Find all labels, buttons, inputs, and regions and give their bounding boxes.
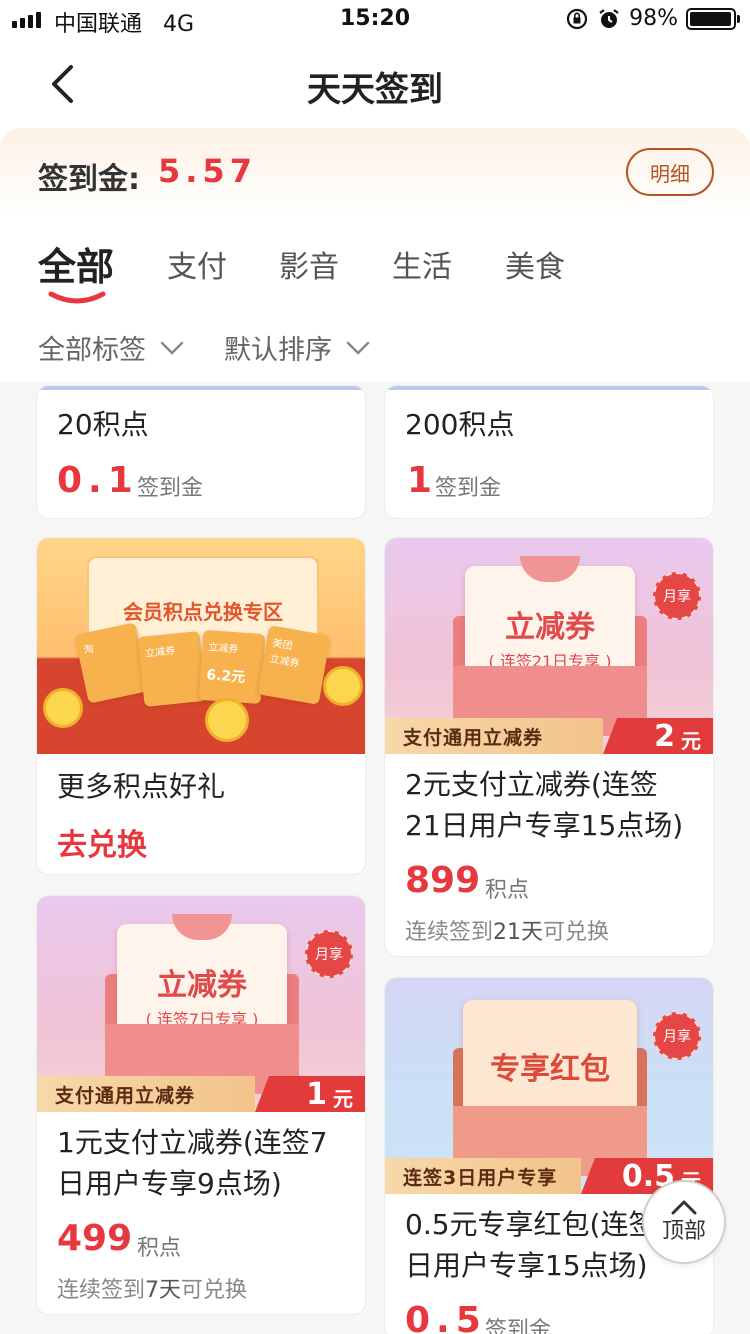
price-unit: 积点 — [137, 1236, 182, 1261]
tag-filter-label: 全部标签 — [38, 335, 146, 366]
product-card-2yuan-coupon[interactable]: 立减券 ( 连签21日专享 ) 月享 支付通用立减券 2元 2元支付立减券(连签… — [385, 538, 713, 956]
product-card-200-points[interactable]: 200积点 1 签到金 — [385, 386, 713, 518]
product-name: 2元支付立减券(连签 21日用户专享15点场) — [405, 768, 684, 842]
tab-food[interactable]: 美食 — [505, 242, 565, 286]
product-name: 更多积点好礼 — [57, 770, 226, 803]
coin-icon — [205, 698, 249, 742]
product-card-1yuan-coupon[interactable]: 立减券 ( 连签7日专享 ) 月享 支付通用立减券 1元 1元支付立减券(连签7… — [37, 896, 365, 1314]
product-name: 200积点 — [405, 408, 515, 441]
coin-icon — [323, 666, 363, 706]
price-unit: 积点 — [485, 878, 530, 903]
banner-title: 会员积点兑换专区 — [123, 600, 283, 624]
nav-bar: 天天签到 — [0, 40, 750, 128]
monthly-badge: 月享 — [305, 930, 353, 978]
tab-life[interactable]: 生活 — [392, 242, 452, 286]
product-price: 0.1 — [57, 460, 139, 501]
price-unit: 签到金 — [137, 476, 204, 501]
more-gifts-banner: 会员积点兑换专区 淘 立减券 立减券 6.2元 美团 立减券 — [37, 538, 365, 754]
red-packet-banner: 专享红包 月享 连签3日用户专享 0.5元 — [385, 978, 713, 1194]
battery-percent: 98% — [629, 6, 678, 31]
active-tab-indicator — [48, 291, 106, 304]
product-name: 1元支付立减券(连签7 日用户专享9点场) — [57, 1126, 328, 1200]
tab-all[interactable]: 全部 — [38, 236, 114, 291]
sign-gold-value: 5.57 — [158, 152, 257, 190]
coupon-strip: 支付通用立减券 1元 — [37, 1076, 365, 1112]
product-name: 20积点 — [57, 408, 149, 441]
filter-bar: 全部标签 默认排序 — [0, 326, 750, 370]
coupon-ticket-icon: 立减券 — [137, 630, 207, 708]
go-exchange-link[interactable]: 去兑换 — [57, 820, 147, 864]
price-unit: 签到金 — [485, 1318, 552, 1334]
detail-button[interactable]: 明细 — [626, 148, 714, 196]
sort-dropdown[interactable]: 默认排序 — [224, 328, 370, 367]
orientation-lock-icon — [566, 8, 588, 29]
monthly-badge: 月享 — [653, 572, 701, 620]
coupon-strip: 支付通用立减券 2元 — [385, 718, 713, 754]
product-price: 899 — [405, 860, 481, 901]
tab-payment[interactable]: 支付 — [167, 242, 227, 286]
tag-filter-dropdown[interactable]: 全部标签 — [38, 328, 184, 367]
page-title: 天天签到 — [307, 70, 443, 110]
coupon-banner: 立减券 ( 连签21日专享 ) 月享 支付通用立减券 2元 — [385, 538, 713, 754]
back-to-top-button[interactable]: 顶部 — [642, 1180, 726, 1264]
header-panel: 签到金: 5.57 明细 全部 支付 影音 生活 美食 全部标签 默认排序 — [0, 128, 750, 382]
alarm-icon — [599, 8, 619, 28]
coin-icon — [43, 688, 83, 728]
monthly-badge: 月享 — [653, 1012, 701, 1060]
status-bar: 中国联通 4G 15:20 98% — [0, 0, 750, 40]
coupon-ticket-icon: 美团 立减券 — [257, 625, 331, 705]
product-card-red-packet[interactable]: 专享红包 月享 连签3日用户专享 0.5元 0.5元专享红包(连签3 日用户专享… — [385, 978, 713, 1334]
product-price: 0.5 — [405, 1300, 487, 1334]
product-card-more-gifts[interactable]: 会员积点兑换专区 淘 立减券 立减券 6.2元 美团 立减券 更多积点好礼 去兑换 — [37, 538, 365, 874]
exchange-condition: 连续签到21天可兑换 — [405, 920, 610, 945]
product-card-20-points[interactable]: 20积点 0.1 签到金 — [37, 386, 365, 518]
chevron-down-icon — [160, 341, 184, 355]
tab-media[interactable]: 影音 — [279, 242, 339, 286]
coupon-banner: 立减券 ( 连签7日专享 ) 月享 支付通用立减券 1元 — [37, 896, 365, 1112]
chevron-down-icon — [346, 341, 370, 355]
battery-icon — [686, 7, 740, 30]
back-to-top-label: 顶部 — [661, 1219, 706, 1244]
coupon-ticket-icon: 立减券 6.2元 — [198, 629, 266, 705]
price-unit: 签到金 — [435, 476, 502, 501]
sign-gold-label: 签到金: — [38, 162, 140, 197]
sort-label: 默认排序 — [224, 335, 332, 366]
category-tabs: 全部 支付 影音 生活 美食 — [0, 232, 750, 304]
product-price: 1 — [407, 460, 433, 501]
product-price: 499 — [57, 1218, 133, 1259]
product-name: 0.5元专享红包(连签3 日用户专享15点场) — [405, 1208, 675, 1282]
exchange-condition: 连续签到7天可兑换 — [57, 1278, 248, 1303]
